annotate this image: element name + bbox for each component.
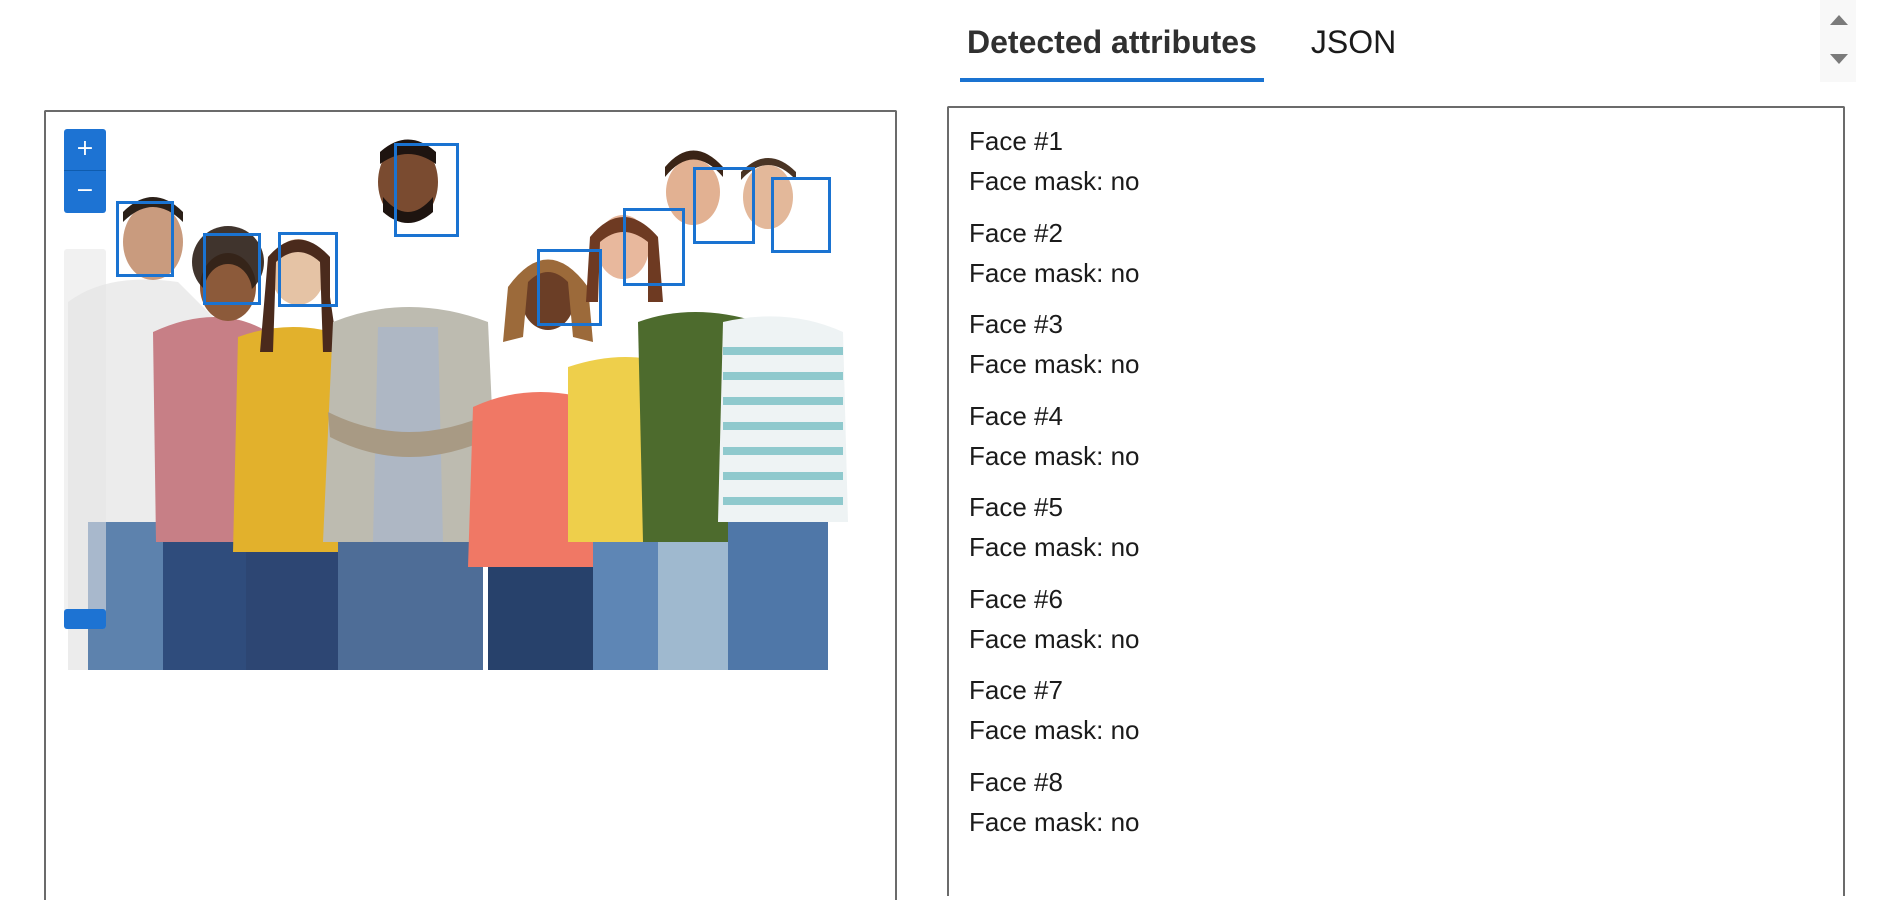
face-entry: Face #3 Face mask: no	[969, 304, 1843, 396]
face-entry: Face #6 Face mask: no	[969, 579, 1843, 671]
face-title: Face #7	[969, 675, 1063, 705]
face-mask-value: Face mask: no	[969, 532, 1140, 562]
tab-json[interactable]: JSON	[1304, 18, 1403, 82]
tab-detected-attributes[interactable]: Detected attributes	[960, 18, 1264, 82]
face-mask-value: Face mask: no	[969, 257, 1140, 288]
face-entry: Face #2 Face mask: no	[969, 213, 1843, 305]
face-title: Face #4	[969, 400, 1063, 431]
face-mask-value: Face mask: no	[969, 166, 1140, 196]
face-box-4	[394, 143, 459, 237]
face-title: Face #3	[969, 309, 1063, 339]
face-entry: Face #4 Face mask: no	[969, 396, 1843, 488]
group-photo	[68, 122, 895, 670]
face-box-5	[537, 249, 602, 326]
scroll-down-arrow-icon[interactable]	[1830, 54, 1848, 64]
zoom-slider[interactable]	[64, 249, 106, 629]
face-entry: Face #7 Face mask: no	[969, 670, 1843, 762]
zoom-out-button[interactable]: −	[64, 171, 106, 213]
face-title: Face #1	[969, 126, 1063, 156]
face-mask-value: Face mask: no	[969, 623, 1140, 654]
face-mask-value: Face mask: no	[969, 440, 1140, 471]
face-box-7	[693, 167, 755, 244]
face-box-6	[623, 208, 685, 286]
tab-scroll-control	[1820, 0, 1856, 82]
image-viewer[interactable]: + −	[44, 110, 897, 900]
face-title: Face #6	[969, 583, 1063, 614]
face-entry: Face #8 Face mask: no	[969, 762, 1843, 854]
face-box-1	[116, 201, 174, 277]
face-box-2	[203, 233, 261, 305]
result-tabs: Detected attributes JSON	[960, 18, 1403, 84]
zoom-in-button[interactable]: +	[64, 129, 106, 171]
zoom-slider-thumb[interactable]	[64, 609, 106, 629]
face-box-3	[278, 232, 338, 307]
face-title: Face #2	[969, 217, 1063, 248]
face-title: Face #8	[969, 766, 1063, 797]
face-mask-value: Face mask: no	[969, 806, 1140, 837]
face-title: Face #5	[969, 492, 1063, 522]
face-box-8	[771, 177, 831, 253]
face-entry: Face #1 Face mask: no	[969, 121, 1843, 213]
scroll-up-arrow-icon[interactable]	[1830, 15, 1848, 25]
attributes-panel: Face #1 Face mask: no Face #2 Face mask:…	[947, 106, 1845, 896]
face-mask-value: Face mask: no	[969, 715, 1140, 745]
zoom-controls: + −	[64, 129, 106, 213]
face-mask-value: Face mask: no	[969, 349, 1140, 379]
face-entry: Face #5 Face mask: no	[969, 487, 1843, 579]
